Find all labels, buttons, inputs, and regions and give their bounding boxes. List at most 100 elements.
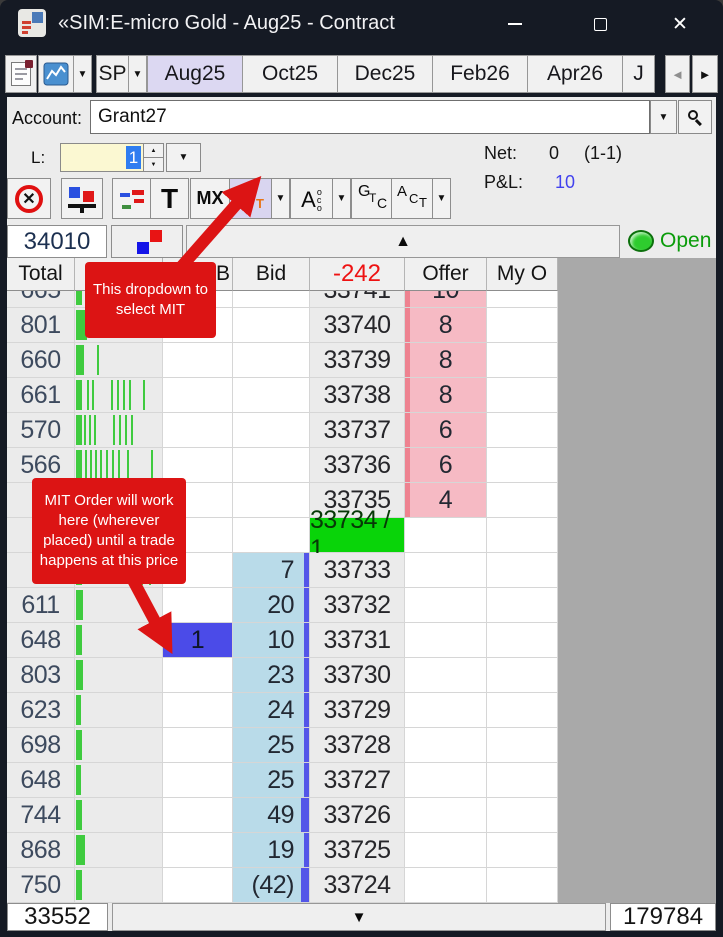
stepper-down-icon[interactable]: ▼ bbox=[143, 157, 164, 172]
my-bid-cell-33733[interactable] bbox=[163, 553, 233, 588]
chart-button[interactable] bbox=[38, 55, 74, 93]
maximize-button[interactable] bbox=[577, 5, 623, 43]
price-cell-33730[interactable]: 33730 bbox=[310, 658, 405, 693]
bid-cell-33740[interactable] bbox=[233, 308, 310, 343]
price-cell-33729[interactable]: 33729 bbox=[310, 693, 405, 728]
price-cell-33726[interactable]: 33726 bbox=[310, 798, 405, 833]
quote-price-field[interactable]: 34010 bbox=[7, 225, 107, 258]
price-cell-33727[interactable]: 33727 bbox=[310, 763, 405, 798]
price-cell-33732[interactable]: 33732 bbox=[310, 588, 405, 623]
price-cell-33741[interactable]: 33741 bbox=[310, 291, 405, 308]
last-trade-cell[interactable]: 33734 / 1 bbox=[310, 518, 405, 553]
session-low-field[interactable]: 33552 bbox=[7, 903, 108, 931]
mx-order-button[interactable]: MX bbox=[190, 178, 230, 219]
my-offer-cell-33732[interactable] bbox=[487, 588, 558, 623]
tabs-scroll-left-button[interactable]: ◄ bbox=[665, 55, 690, 93]
my-offer-cell-33728[interactable] bbox=[487, 728, 558, 763]
bid-cell-33729[interactable]: 24 bbox=[233, 693, 310, 728]
price-cell-33737[interactable]: 33737 bbox=[310, 413, 405, 448]
bid-cell-33730[interactable]: 23 bbox=[233, 658, 310, 693]
tab-Feb26[interactable]: Feb26 bbox=[432, 55, 528, 93]
offer-cell-33740[interactable]: 8 bbox=[405, 308, 487, 343]
offer-cell-33733[interactable] bbox=[405, 553, 487, 588]
bid-cell-33737[interactable] bbox=[233, 413, 310, 448]
my-bid-cell-33740[interactable] bbox=[163, 308, 233, 343]
bid-ask-icon-button[interactable] bbox=[111, 225, 183, 258]
offer-cell-33735[interactable]: 4 bbox=[405, 483, 487, 518]
act-dropdown[interactable]: ▼ bbox=[432, 178, 451, 219]
offer-cell-33725[interactable] bbox=[405, 833, 487, 868]
offer-cell-33741[interactable]: 10 bbox=[405, 291, 487, 308]
bid-cell-33724[interactable]: (42) bbox=[233, 868, 310, 903]
my-bid-cell-33735[interactable] bbox=[163, 483, 233, 518]
my-offer-cell-33725[interactable] bbox=[487, 833, 558, 868]
my-bid-cell-33734[interactable] bbox=[163, 518, 233, 553]
my-offer-cell-33733[interactable] bbox=[487, 553, 558, 588]
account-dropdown[interactable]: ▼ bbox=[650, 100, 677, 134]
my-offer-cell-33741[interactable] bbox=[487, 291, 558, 308]
price-cell-33725[interactable]: 33725 bbox=[310, 833, 405, 868]
offer-cell-33726[interactable] bbox=[405, 798, 487, 833]
bid-cell-33725[interactable]: 19 bbox=[233, 833, 310, 868]
recenter-down-button[interactable]: ▼ bbox=[112, 903, 606, 931]
offer-cell-33736[interactable]: 6 bbox=[405, 448, 487, 483]
my-offer-cell-33730[interactable] bbox=[487, 658, 558, 693]
text-mode-button[interactable]: T bbox=[150, 178, 189, 219]
offer-cell-33731[interactable] bbox=[405, 623, 487, 658]
depth-toggle-button[interactable] bbox=[61, 178, 103, 219]
price-cell-33724[interactable]: 33724 bbox=[310, 868, 405, 903]
minimize-button[interactable] bbox=[492, 5, 538, 43]
offer-cell-33727[interactable] bbox=[405, 763, 487, 798]
bid-cell-33733[interactable]: 7 bbox=[233, 553, 310, 588]
my-offer-cell-33727[interactable] bbox=[487, 763, 558, 798]
offer-cell-33724[interactable] bbox=[405, 868, 487, 903]
orders-display-button[interactable] bbox=[112, 178, 151, 219]
lot-size-stepper[interactable]: ▲ ▼ bbox=[143, 143, 164, 172]
tab-Oct25[interactable]: Oct25 bbox=[242, 55, 338, 93]
offer-cell-33738[interactable]: 8 bbox=[405, 378, 487, 413]
my-bid-cell-33727[interactable] bbox=[163, 763, 233, 798]
my-bid-cell-33729[interactable] bbox=[163, 693, 233, 728]
my-bid-cell-33725[interactable] bbox=[163, 833, 233, 868]
my-bid-cell-33737[interactable] bbox=[163, 413, 233, 448]
my-bid-cell-33736[interactable] bbox=[163, 448, 233, 483]
gtc-order-button[interactable]: G T C bbox=[351, 178, 392, 219]
my-offer-cell-33729[interactable] bbox=[487, 693, 558, 728]
my-offer-cell-33724[interactable] bbox=[487, 868, 558, 903]
tab-Aug25[interactable]: Aug25 bbox=[147, 55, 243, 93]
offer-cell-33734[interactable] bbox=[405, 518, 487, 553]
recenter-up-button[interactable]: ▲ bbox=[186, 225, 620, 258]
my-offer-cell-33735[interactable] bbox=[487, 483, 558, 518]
offer-cell-33739[interactable]: 8 bbox=[405, 343, 487, 378]
price-cell-33738[interactable]: 33738 bbox=[310, 378, 405, 413]
my-offer-cell-33738[interactable] bbox=[487, 378, 558, 413]
stepper-up-icon[interactable]: ▲ bbox=[143, 143, 164, 158]
my-bid-cell-33728[interactable] bbox=[163, 728, 233, 763]
my-bid-cell-33730[interactable] bbox=[163, 658, 233, 693]
my-offer-cell-33734[interactable] bbox=[487, 518, 558, 553]
bid-cell-33741[interactable] bbox=[233, 291, 310, 308]
offer-cell-33728[interactable] bbox=[405, 728, 487, 763]
sp-dropdown[interactable]: ▼ bbox=[128, 55, 147, 93]
bid-cell-33738[interactable] bbox=[233, 378, 310, 413]
oco-dropdown[interactable]: ▼ bbox=[332, 178, 351, 219]
offer-cell-33732[interactable] bbox=[405, 588, 487, 623]
tabs-scroll-right-button[interactable]: ► bbox=[692, 55, 718, 93]
act-order-button[interactable]: A C T bbox=[391, 178, 433, 219]
account-input[interactable]: Grant27 bbox=[90, 100, 650, 134]
my-bid-cell-33741[interactable] bbox=[163, 291, 233, 308]
bid-cell-33735[interactable] bbox=[233, 483, 310, 518]
my-bid-cell-33738[interactable] bbox=[163, 378, 233, 413]
cancel-all-button[interactable]: ✕ bbox=[7, 178, 51, 219]
price-cell-33733[interactable]: 33733 bbox=[310, 553, 405, 588]
bid-cell-33731[interactable]: 10 bbox=[233, 623, 310, 658]
oco-order-button[interactable]: A oco bbox=[290, 178, 333, 219]
bid-cell-33728[interactable]: 25 bbox=[233, 728, 310, 763]
my-offer-cell-33740[interactable] bbox=[487, 308, 558, 343]
mit-order-button[interactable]: M I T bbox=[229, 178, 272, 219]
bid-cell-33727[interactable]: 25 bbox=[233, 763, 310, 798]
price-cell-33740[interactable]: 33740 bbox=[310, 308, 405, 343]
my-bid-cell-33726[interactable] bbox=[163, 798, 233, 833]
my-offer-cell-33739[interactable] bbox=[487, 343, 558, 378]
lot-size-dropdown[interactable]: ▼ bbox=[166, 143, 201, 172]
